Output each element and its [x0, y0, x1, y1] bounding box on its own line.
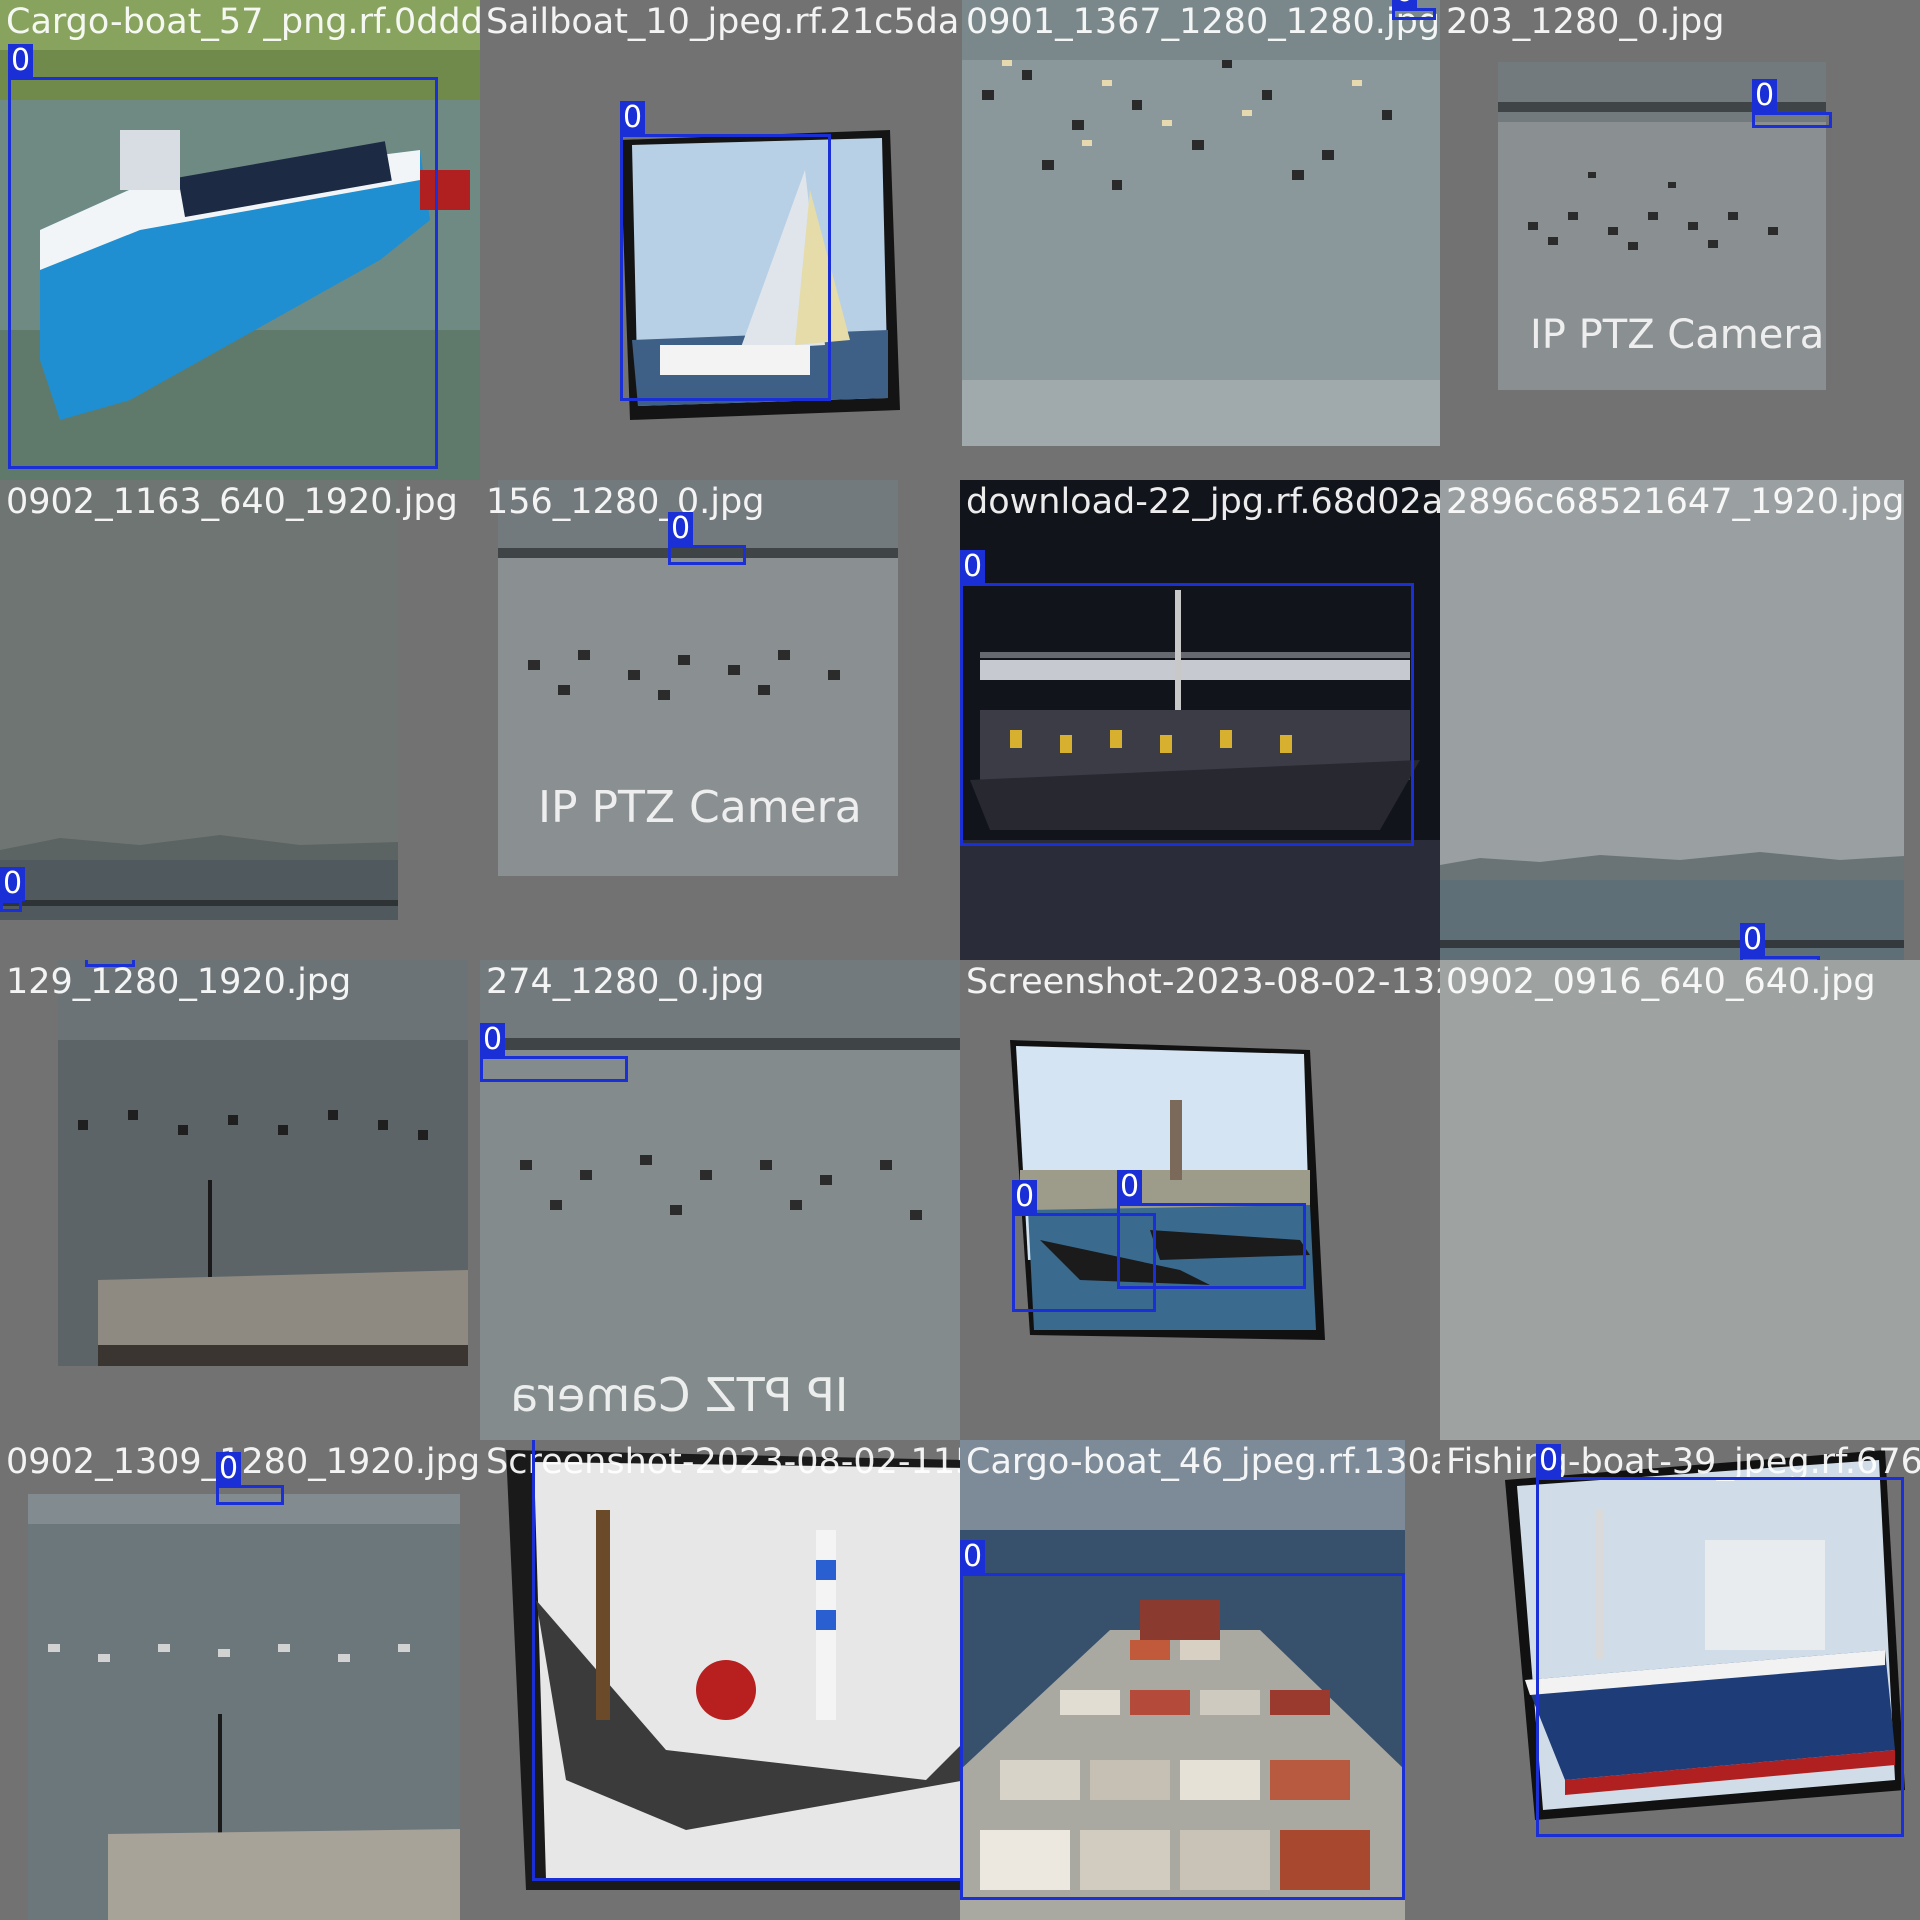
bbox-class-label: 0	[480, 1023, 506, 1057]
bbox: 0	[85, 960, 135, 967]
bbox-class-label: 0	[1740, 923, 1766, 957]
tile-filename: 274_1280_0.jpg	[486, 962, 765, 1002]
tile-lego-gondola: Screenshot-2023-08-02-115215 0	[480, 1440, 960, 1920]
bbox-class-label: 0	[216, 1452, 242, 1486]
tile-hazy-horizon: 0902_1163_640_1920.jpg 0	[0, 480, 480, 960]
tile-filename: 0902_1163_640_1920.jpg	[6, 482, 458, 522]
bbox: 0	[480, 1023, 628, 1082]
tile-filename: download-22_jpg.rf.68d02ab	[966, 482, 1440, 522]
tile-pier-2: 0902_1309_1280_1920.jpg 0	[0, 1440, 480, 1920]
bbox-class-label: 0	[1012, 1180, 1038, 1214]
bbox-class-label: 0	[0, 867, 26, 901]
tile-filename: 129_1280_1920.jpg	[6, 962, 352, 1002]
bbox-class-label: 0	[620, 101, 646, 135]
bbox: 0	[668, 512, 746, 565]
tile-buoy-field: 0901_1367_1280_1280.jpg 0	[960, 0, 1440, 480]
tile-filename: 0901_1367_1280_1280.jpg	[966, 2, 1440, 42]
bbox: 0	[1117, 1170, 1306, 1289]
bbox-class-label: 0	[1752, 79, 1778, 113]
tile-filename: 0902_0916_640_640.jpg	[1446, 962, 1876, 1002]
pier-image	[58, 960, 468, 1366]
tile-filename: Cargo-boat_57_png.rf.0dddb11d9eaf2d238e6	[6, 2, 480, 42]
tile-grey-horizon: 2896c68521647_1920.jpg 0	[1440, 480, 1920, 960]
tile-filename: 2896c68521647_1920.jpg	[1446, 482, 1905, 522]
tile-container-ship: Cargo-boat_46_jpeg.rf.130af 0	[960, 1440, 1440, 1920]
grey-horizon-image	[1440, 480, 1904, 960]
pier-image	[28, 1494, 460, 1920]
bbox-class-label: 0	[960, 1540, 986, 1574]
bbox-class-label: 0	[668, 512, 694, 546]
blank-grey-image	[1440, 960, 1920, 1440]
bbox-class-label: 0	[1117, 1170, 1143, 1204]
tile-filename: Screenshot-2023-08-02-132034_jpg.rf.6c40	[966, 962, 1440, 1002]
bbox: 0	[960, 1540, 1405, 1900]
tile-filename: Cargo-boat_46_jpeg.rf.130af	[966, 1442, 1440, 1482]
bbox: 0	[216, 1452, 284, 1505]
camera-watermark: IP PTZ Camera	[510, 1368, 849, 1422]
bbox: 0	[0, 867, 26, 912]
tile-filename: 203_1280_0.jpg	[1446, 2, 1725, 42]
bbox-class-label: 0	[960, 550, 986, 584]
tile-filename: Fishing-boat-39_jpeg.rf.6766	[1446, 1442, 1920, 1482]
tile-fishing-boat: Fishing-boat-39_jpeg.rf.6766 0	[1440, 1440, 1920, 1920]
bbox: 0	[532, 1440, 960, 1881]
tile-gondolas: Screenshot-2023-08-02-132034_jpg.rf.6c40…	[960, 960, 1440, 1440]
camera-watermark: IP PTZ Camera	[538, 782, 862, 833]
detection-mosaic: Cargo-boat_57_png.rf.0dddb11d9eaf2d238e6…	[0, 0, 1920, 1920]
buoy-field-image	[962, 0, 1440, 446]
tile-sailboat: Sailboat_10_jpeg.rf.21c5da0096d3a67f3728…	[480, 0, 960, 480]
bbox: 0	[1752, 79, 1832, 128]
tile-cargo-boat: Cargo-boat_57_png.rf.0dddb11d9eaf2d238e6…	[0, 0, 480, 480]
tile-ptz-camera-1: IP PTZ Camera 203_1280_0.jpg 0	[1440, 0, 1920, 480]
tile-filename: 156_1280_0.jpg	[486, 482, 765, 522]
bbox-class-label: 0	[1536, 1444, 1562, 1478]
tile-ptz-camera-mirrored: IP PTZ Camera 274_1280_0.jpg 0	[480, 960, 960, 1440]
bbox: 0	[1392, 0, 1436, 20]
bbox: 0	[1740, 923, 1820, 960]
tile-night-boat: download-22_jpg.rf.68d02ab 0	[960, 480, 1440, 960]
tile-filename: Sailboat_10_jpeg.rf.21c5da0096d3a67f3728	[486, 2, 960, 42]
bbox-class-label: 0	[8, 44, 34, 78]
bbox: 0	[620, 101, 831, 401]
bbox: 0	[960, 550, 1414, 846]
camera-watermark: IP PTZ Camera	[1530, 312, 1825, 358]
tile-filename: 0902_1309_1280_1920.jpg	[6, 1442, 480, 1482]
tile-blank-grey: 0902_0916_640_640.jpg	[1440, 960, 1920, 1440]
tile-ptz-camera-2: IP PTZ Camera 156_1280_0.jpg 0	[480, 480, 960, 960]
tile-pier: 129_1280_1920.jpg 0	[0, 960, 480, 1440]
hazy-horizon-image	[0, 480, 398, 920]
bbox: 0	[8, 44, 438, 469]
bbox-class-label: 0	[1392, 0, 1418, 9]
bbox: 0	[1536, 1444, 1904, 1837]
